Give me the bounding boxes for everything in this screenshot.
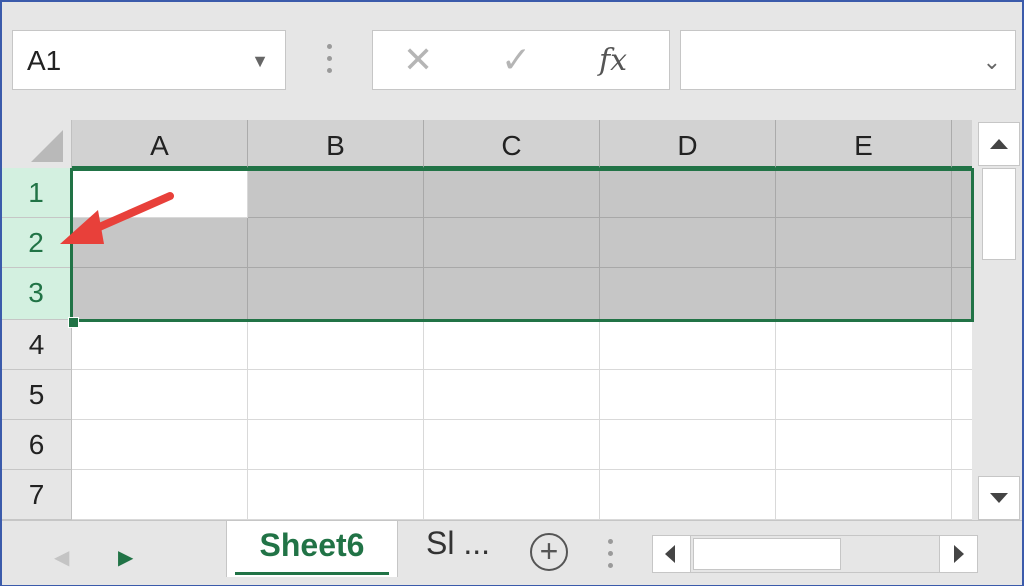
- column-header-d[interactable]: D: [600, 120, 776, 168]
- cell-e3[interactable]: [776, 268, 952, 320]
- row-header-5[interactable]: 5: [2, 370, 72, 420]
- cell-e5[interactable]: [776, 370, 952, 420]
- cell-b3[interactable]: [248, 268, 424, 320]
- vertical-scrollbar[interactable]: [978, 122, 1020, 520]
- triangle-down-icon: [990, 493, 1008, 503]
- formula-input[interactable]: ⌄: [680, 30, 1016, 90]
- scroll-right-button[interactable]: [939, 536, 977, 572]
- x-icon[interactable]: ✕: [403, 39, 433, 81]
- cell-a7[interactable]: [72, 470, 248, 520]
- cell-c2[interactable]: [424, 218, 600, 268]
- cell-c1[interactable]: [424, 168, 600, 218]
- cell-e4[interactable]: [776, 320, 952, 370]
- worksheet-grid: A B C D E 1 2 3 4 5 6 7: [2, 120, 972, 520]
- horizontal-scroll-thumb[interactable]: [693, 538, 841, 570]
- cell-b5[interactable]: [248, 370, 424, 420]
- cell-f6[interactable]: [952, 420, 972, 470]
- column-header-b[interactable]: B: [248, 120, 424, 168]
- row-header-2[interactable]: 2: [2, 218, 72, 268]
- cell-e7[interactable]: [776, 470, 952, 520]
- excel-window: A1 ▼ ✕ ✓ fx ⌄ A B C D E 1 2 3 4 5 6 7 ◀ …: [0, 0, 1024, 586]
- cell-c6[interactable]: [424, 420, 600, 470]
- cell-b2[interactable]: [248, 218, 424, 268]
- chevron-down-icon[interactable]: ▼: [251, 51, 269, 72]
- cell-a1[interactable]: [72, 168, 248, 218]
- scroll-down-button[interactable]: [978, 476, 1020, 520]
- previous-sheet-icon[interactable]: ◀: [54, 545, 69, 570]
- cell-f4[interactable]: [952, 320, 972, 370]
- vertical-scroll-thumb[interactable]: [982, 168, 1016, 260]
- cell-b7[interactable]: [248, 470, 424, 520]
- cell-c4[interactable]: [424, 320, 600, 370]
- cell-d3[interactable]: [600, 268, 776, 320]
- cell-f5[interactable]: [952, 370, 972, 420]
- cell-d7[interactable]: [600, 470, 776, 520]
- triangle-left-icon: [665, 545, 675, 563]
- cell-a5[interactable]: [72, 370, 248, 420]
- cell-a6[interactable]: [72, 420, 248, 470]
- sheet-tab-active[interactable]: Sheet6: [226, 521, 398, 577]
- cell-a3[interactable]: [72, 268, 248, 320]
- name-box[interactable]: A1 ▼: [12, 30, 286, 90]
- cell-c7[interactable]: [424, 470, 600, 520]
- cell-e1[interactable]: [776, 168, 952, 218]
- check-icon[interactable]: ✓: [501, 39, 531, 81]
- cell-d4[interactable]: [600, 320, 776, 370]
- chevron-down-icon[interactable]: ⌄: [983, 49, 1001, 75]
- cell-e2[interactable]: [776, 218, 952, 268]
- cell-f2[interactable]: [952, 218, 972, 268]
- triangle-right-icon: [954, 545, 964, 563]
- cell-c3[interactable]: [424, 268, 600, 320]
- row-header-7[interactable]: 7: [2, 470, 72, 520]
- sheet-tab-other[interactable]: Sl ...: [426, 525, 490, 562]
- fill-handle[interactable]: [68, 317, 79, 328]
- horizontal-scrollbar[interactable]: [652, 535, 978, 573]
- row-header-6[interactable]: 6: [2, 420, 72, 470]
- cell-b4[interactable]: [248, 320, 424, 370]
- sheet-tab-bar: ◀ ▶ Sheet6 Sl ... +: [2, 520, 1022, 585]
- cell-f1[interactable]: [952, 168, 972, 218]
- formula-buttons: ✕ ✓ fx: [372, 30, 670, 90]
- cell-a2[interactable]: [72, 218, 248, 268]
- column-header-partial[interactable]: [952, 120, 972, 168]
- column-header-e[interactable]: E: [776, 120, 952, 168]
- scroll-up-button[interactable]: [978, 122, 1020, 166]
- cell-c5[interactable]: [424, 370, 600, 420]
- select-all-button[interactable]: [2, 120, 72, 168]
- name-box-value: A1: [27, 45, 62, 76]
- cell-d6[interactable]: [600, 420, 776, 470]
- insert-function-button[interactable]: fx: [599, 43, 627, 78]
- row-header-3[interactable]: 3: [2, 268, 72, 320]
- scroll-left-button[interactable]: [653, 536, 691, 572]
- cell-d5[interactable]: [600, 370, 776, 420]
- cell-d2[interactable]: [600, 218, 776, 268]
- cell-a4[interactable]: [72, 320, 248, 370]
- formula-bar-resize-handle[interactable]: [320, 40, 340, 80]
- cell-b1[interactable]: [248, 168, 424, 218]
- next-sheet-icon[interactable]: ▶: [118, 545, 133, 570]
- cell-f7[interactable]: [952, 470, 972, 520]
- tab-split-handle[interactable]: [604, 533, 618, 573]
- cell-f3[interactable]: [952, 268, 972, 320]
- triangle-up-icon: [990, 139, 1008, 149]
- row-header-4[interactable]: 4: [2, 320, 72, 370]
- cell-e6[interactable]: [776, 420, 952, 470]
- row-header-1[interactable]: 1: [2, 168, 72, 218]
- plus-circle-icon[interactable]: +: [530, 533, 568, 571]
- column-header-a[interactable]: A: [72, 120, 248, 168]
- column-header-c[interactable]: C: [424, 120, 600, 168]
- cell-b6[interactable]: [248, 420, 424, 470]
- cell-d1[interactable]: [600, 168, 776, 218]
